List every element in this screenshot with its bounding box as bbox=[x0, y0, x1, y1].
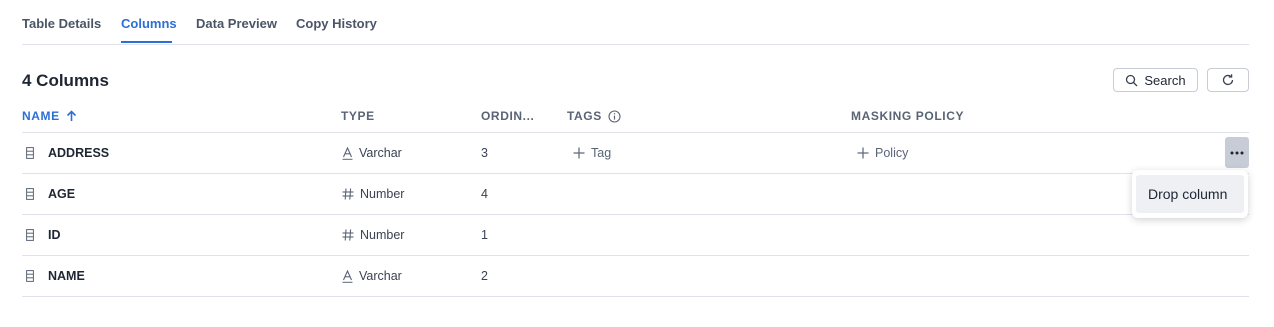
tab-table-details[interactable]: Table Details bbox=[22, 16, 101, 31]
sort-ascending-icon bbox=[66, 110, 77, 122]
column-name-cell: AGE bbox=[26, 187, 75, 201]
column-header-masking-policy[interactable]: MASKING POLICY bbox=[851, 109, 964, 123]
column-type: Number bbox=[360, 187, 405, 201]
column-icon bbox=[26, 147, 34, 159]
search-button-label: Search bbox=[1144, 72, 1186, 88]
page-title: 4 Columns bbox=[22, 71, 109, 90]
text-type-icon bbox=[342, 269, 353, 283]
column-ordinal: 2 bbox=[481, 269, 488, 283]
column-type: Varchar bbox=[359, 146, 402, 160]
text-type-icon bbox=[342, 146, 353, 160]
column-ordinal: 1 bbox=[481, 228, 488, 242]
add-policy-button[interactable]: Policy bbox=[857, 146, 908, 160]
column-name: NAME bbox=[48, 269, 85, 283]
add-policy-label: Policy bbox=[875, 146, 909, 160]
column-type: Number bbox=[360, 228, 405, 242]
column-name-cell: ID bbox=[26, 228, 61, 242]
table-row[interactable]: NAME Varchar 2 bbox=[22, 256, 1249, 297]
hash-icon bbox=[342, 229, 354, 241]
column-header-tags[interactable]: TAGS bbox=[567, 109, 621, 123]
column-name: ADDRESS bbox=[48, 146, 110, 160]
column-header-name-label: NAME bbox=[22, 109, 60, 123]
column-icon bbox=[26, 270, 34, 282]
row-actions-menu: Drop column bbox=[1132, 170, 1248, 218]
column-header-type[interactable]: TYPE bbox=[341, 109, 375, 123]
table-header: NAME TYPE ORDIN... TAGS MASKING POLICY bbox=[22, 100, 1249, 133]
tab-columns[interactable]: Columns bbox=[121, 16, 177, 31]
row-actions-button[interactable] bbox=[1225, 137, 1249, 168]
drop-column-menu-item[interactable]: Drop column bbox=[1136, 175, 1244, 213]
add-tag-button[interactable]: Tag bbox=[573, 146, 611, 160]
column-ordinal: 4 bbox=[481, 187, 488, 201]
column-header-masking-policy-label: MASKING POLICY bbox=[851, 109, 965, 123]
column-type-cell: Number bbox=[342, 228, 404, 242]
column-ordinal: 3 bbox=[481, 146, 488, 160]
column-name: ID bbox=[48, 228, 61, 242]
column-header-ordinal-label: ORDIN... bbox=[481, 109, 535, 123]
refresh-icon bbox=[1221, 73, 1235, 87]
active-tab-indicator bbox=[121, 41, 172, 43]
refresh-button[interactable] bbox=[1207, 68, 1249, 92]
tab-bar: Table Details Columns Data Preview Copy … bbox=[22, 0, 1249, 45]
column-header-ordinal[interactable]: ORDIN... bbox=[481, 109, 534, 123]
hash-icon bbox=[342, 188, 354, 200]
plus-icon bbox=[573, 147, 585, 159]
column-name-cell: ADDRESS bbox=[26, 146, 109, 160]
column-type: Varchar bbox=[359, 269, 402, 283]
table-row[interactable]: AGE Number 4 bbox=[22, 174, 1249, 215]
tab-data-preview[interactable]: Data Preview bbox=[196, 16, 277, 31]
column-type-cell: Varchar bbox=[342, 269, 402, 283]
column-icon bbox=[26, 188, 34, 200]
column-header-type-label: TYPE bbox=[341, 109, 375, 123]
column-icon bbox=[26, 229, 34, 241]
column-type-cell: Number bbox=[342, 187, 404, 201]
more-options-icon bbox=[1230, 151, 1244, 155]
table-row[interactable]: ID Number 1 bbox=[22, 215, 1249, 256]
search-button[interactable]: Search bbox=[1113, 68, 1198, 92]
column-header-name[interactable]: NAME bbox=[22, 109, 77, 123]
plus-icon bbox=[857, 147, 869, 159]
table-row[interactable]: ADDRESS Varchar 3 Tag Policy bbox=[22, 133, 1249, 174]
search-icon bbox=[1125, 74, 1138, 87]
column-header-tags-label: TAGS bbox=[567, 109, 602, 123]
column-name-cell: NAME bbox=[26, 269, 85, 283]
column-type-cell: Varchar bbox=[342, 146, 402, 160]
info-icon[interactable] bbox=[608, 109, 621, 123]
add-tag-label: Tag bbox=[591, 146, 612, 160]
column-name: AGE bbox=[48, 187, 76, 201]
tab-copy-history[interactable]: Copy History bbox=[296, 16, 377, 31]
